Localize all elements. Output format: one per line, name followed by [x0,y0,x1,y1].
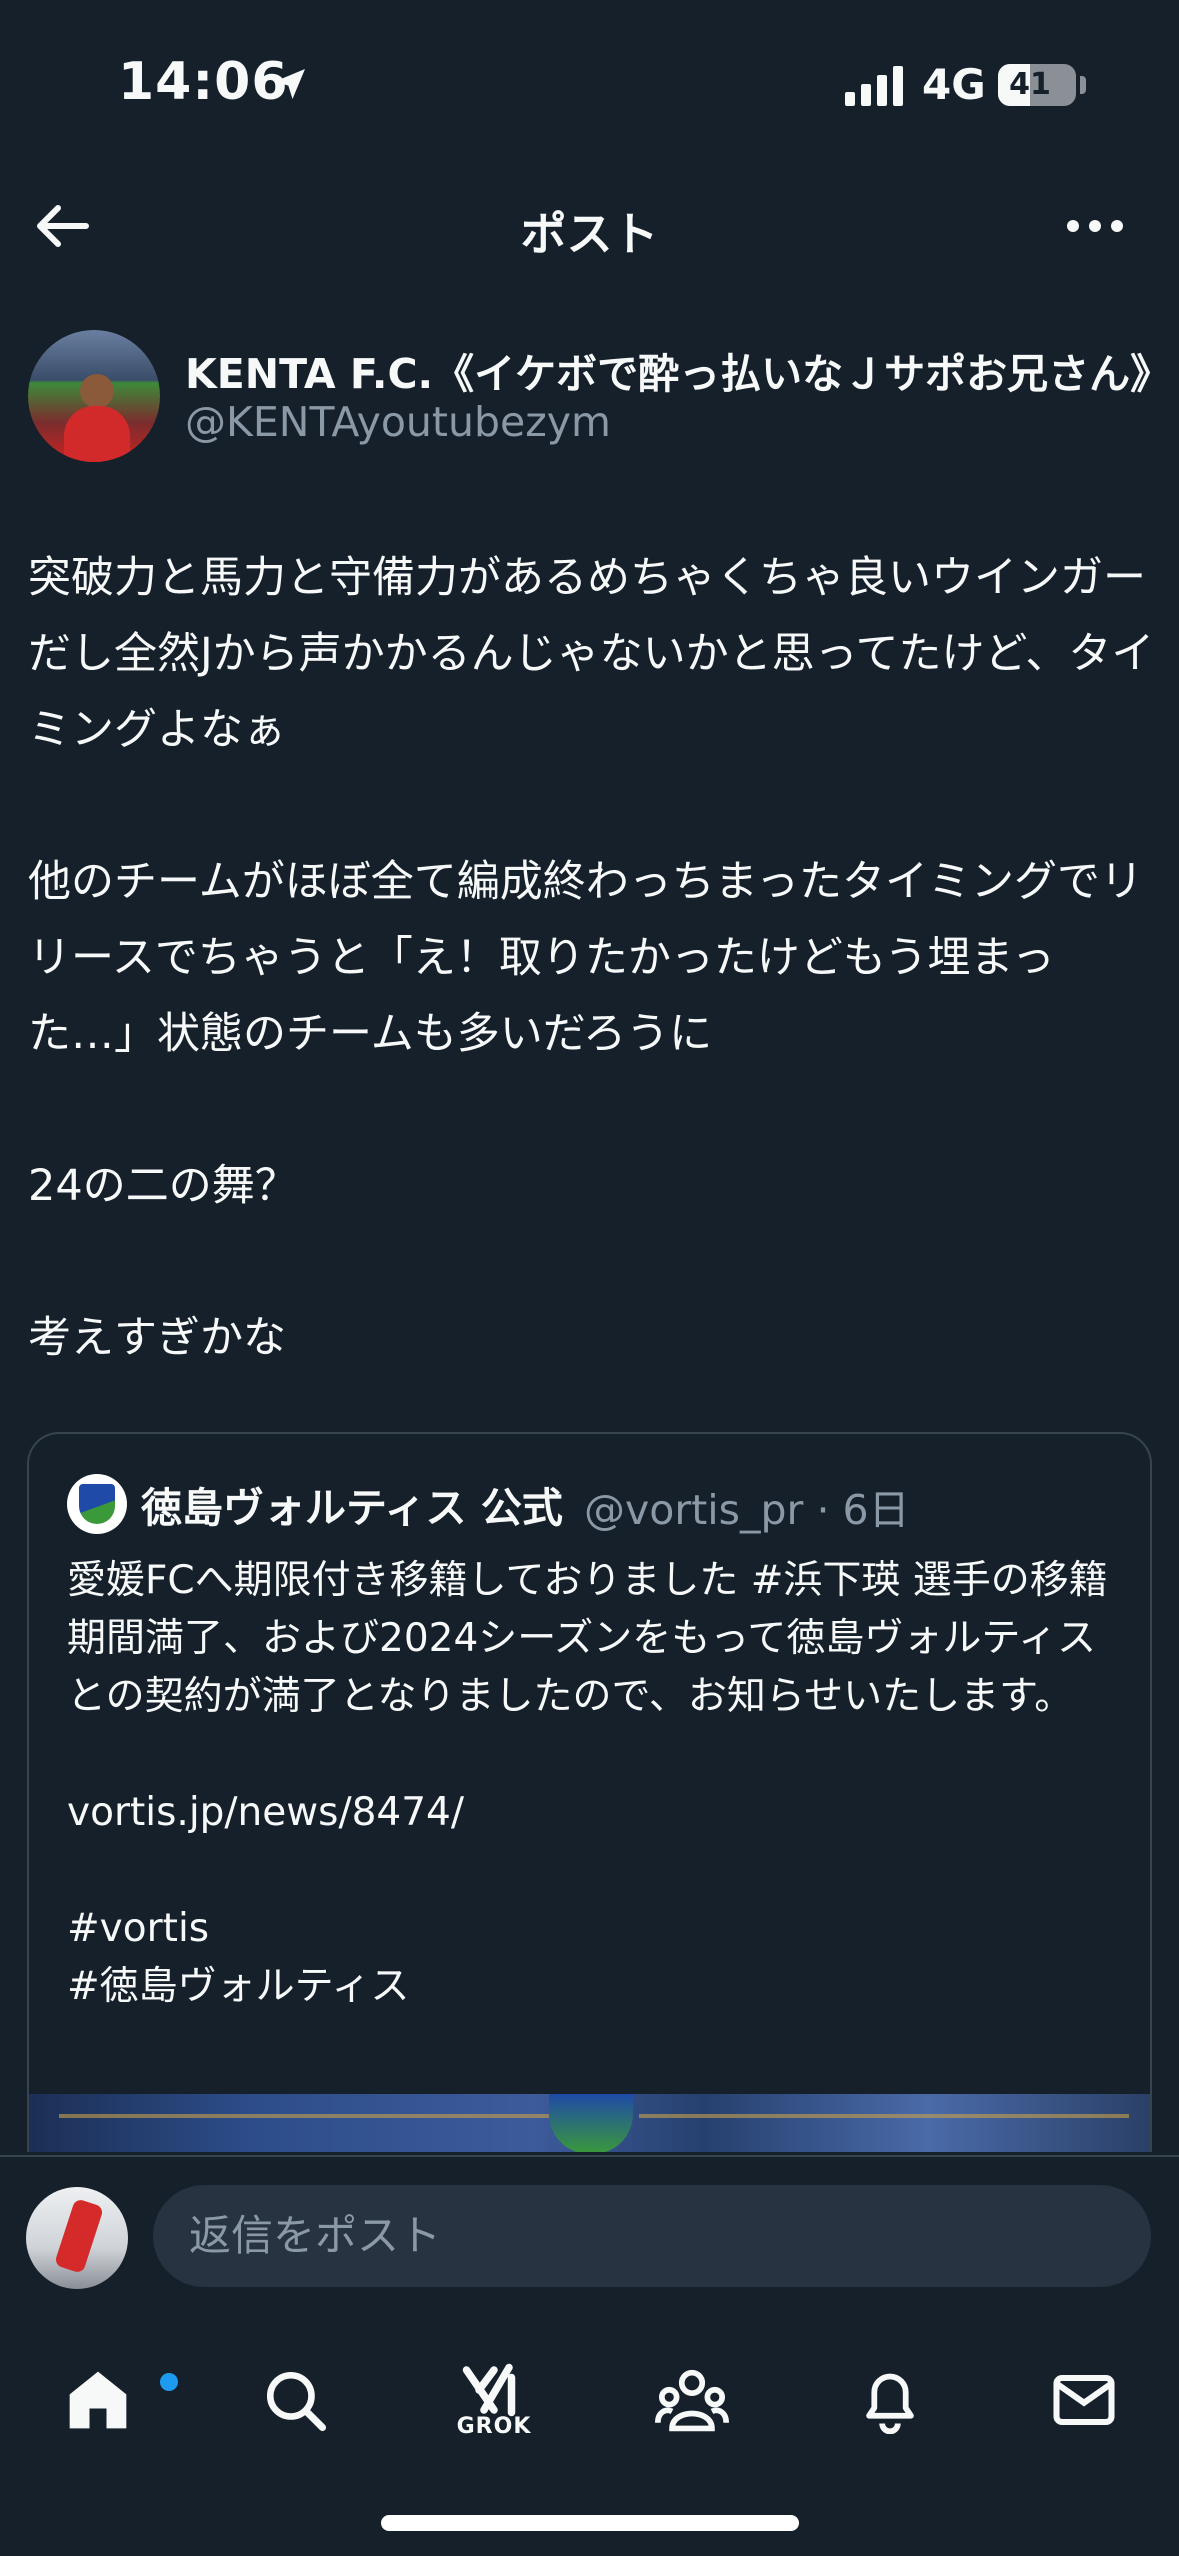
search-icon [266,2371,327,2432]
quoted-link: vortis.jp/news/8474/ [67,1790,465,1835]
network-type: 4G [922,60,986,109]
communities-icon [655,2369,729,2432]
cellular-signal-icon [845,66,903,106]
status-bar: 14:06 4G 41 [0,0,1179,170]
home-indicator[interactable] [381,2515,799,2531]
reply-input[interactable]: 返信をポスト [153,2185,1151,2287]
author-display-name[interactable]: KENTA F.C.《イケボで酔っ払いなＪサポお兄さん》 [185,340,1165,400]
notification-dot [160,2373,178,2391]
post-body: 突破力と馬力と守備力があるめちゃくちゃ良いウインガーだし全然Jから声かかるんじゃ… [28,540,1158,1376]
messages-icon [1053,2374,1115,2426]
post-paragraph: 突破力と馬力と守備力があるめちゃくちゃ良いウインガーだし全然Jから声かかるんじゃ… [28,553,1155,755]
tab-grok[interactable]: GROK [444,2345,544,2455]
quoted-hashtag: #徳島ヴォルティス [67,1964,410,2009]
quoted-media-image[interactable] [29,2094,1150,2152]
author-handle[interactable]: @KENTAyoutubezym [185,398,611,446]
more-options-button[interactable] [1060,194,1130,258]
quoted-author-avatar[interactable] [67,1474,127,1534]
location-arrow-icon [275,69,305,99]
home-icon [69,2371,127,2429]
quoted-text-line: 愛媛FCへ期限付き移籍しておりました #浜下瑛 選手の移籍期間満了、および202… [67,1558,1108,1719]
page-title: ポスト [520,207,659,261]
reply-composer-bar: 返信をポスト [0,2155,1179,2315]
top-nav-bar: ポスト [0,170,1179,282]
quoted-post-body: 愛媛FCへ期限付き移籍しておりました #浜下瑛 選手の移籍期間満了、および202… [67,1552,1127,2016]
tab-communities[interactable] [642,2345,742,2455]
battery-icon: 41 [998,64,1076,106]
post-paragraph: 考えすぎかな [28,1313,286,1363]
quoted-author-name: 徳島ヴォルティス 公式 [141,1484,563,1532]
quoted-handle-time: @vortis_pr · 6日 [584,1486,910,1534]
battery-cap [1080,76,1086,94]
post-paragraph: 他のチームがほぼ全て編成終わっちまったタイミングでリリースでちゃうと「え！取りた… [28,857,1143,1059]
notifications-icon [866,2373,914,2434]
tab-home[interactable] [48,2345,178,2455]
quoted-hashtag: #vortis [67,1906,210,1951]
tab-notifications[interactable] [840,2345,940,2455]
my-avatar[interactable] [26,2187,128,2289]
status-time: 14:06 [118,52,289,112]
tab-search[interactable] [245,2345,345,2455]
grok-icon [462,2363,516,2416]
author-avatar[interactable] [28,330,160,462]
quoted-post-card[interactable]: 徳島ヴォルティス 公式 @vortis_pr · 6日 愛媛FCへ期限付き移籍し… [27,1432,1152,2152]
grok-label: GROK [456,2413,532,2439]
post-paragraph: 24の二の舞？ [28,1161,298,1211]
more-horizontal-icon [1067,220,1123,232]
tab-messages[interactable] [1034,2345,1134,2455]
battery-percent: 41 [1009,67,1051,102]
